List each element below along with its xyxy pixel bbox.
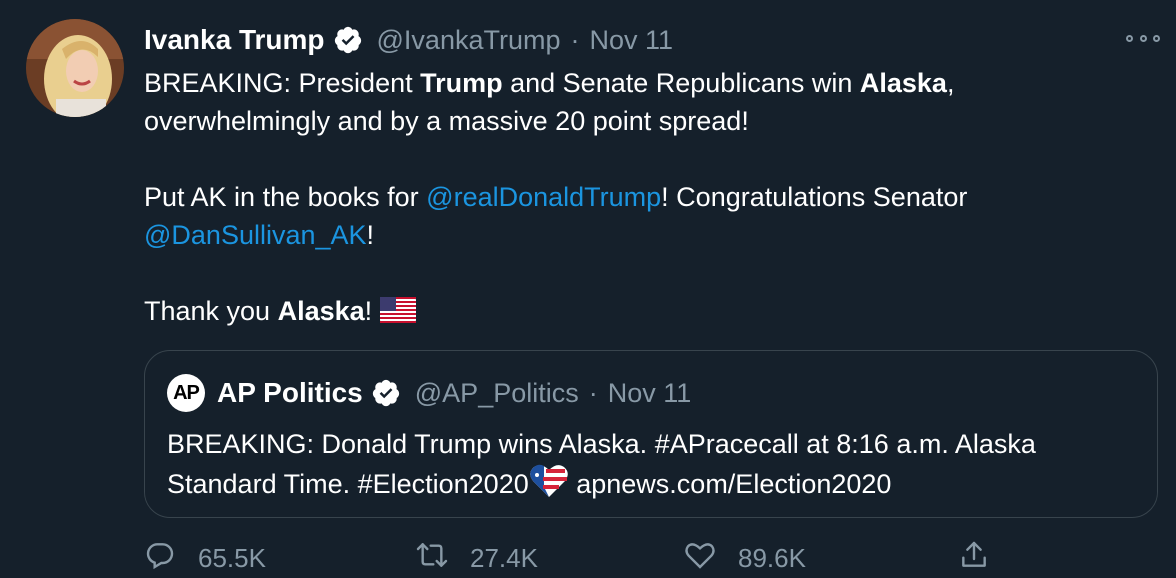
author-name[interactable]: Ivanka Trump — [144, 24, 325, 56]
tweet-text: BREAKING: President Trump and Senate Rep… — [144, 64, 1154, 333]
quoted-tweet-header: AP AP Politics @AP_Politics · Nov 11 — [167, 374, 692, 412]
tweet-header: Ivanka Trump @IvankaTrump · Nov 11 — [144, 22, 673, 58]
reply-count: 65.5K — [198, 542, 266, 573]
tweet-paragraph-2: Put AK in the books for @realDonaldTrump… — [144, 182, 968, 212]
tweet-line-2: overwhelmingly and by a massive 20 point… — [144, 106, 749, 136]
mention-link[interactable]: @realDonaldTrump — [426, 182, 661, 212]
quoted-line-2: Standard Time. #Election2020 apnews.com/… — [167, 463, 1147, 509]
election-heart-icon — [529, 463, 569, 509]
mention-link[interactable]: @DanSullivan_AK — [144, 220, 367, 250]
like-count: 89.6K — [738, 542, 806, 573]
us-flag-icon — [379, 295, 416, 333]
heart-icon — [684, 539, 716, 578]
quoted-line-1: BREAKING: Donald Trump wins Alaska. #APr… — [167, 429, 1036, 459]
tweet-paragraph-2-cont: @DanSullivan_AK! — [144, 220, 375, 250]
quoted-tweet-date: Nov 11 — [607, 377, 692, 408]
verified-badge-icon — [333, 25, 363, 55]
separator-dot: · — [570, 24, 580, 55]
author-avatar[interactable] — [26, 19, 124, 117]
quoted-author-name: AP Politics — [217, 377, 363, 408]
more-options-icon[interactable] — [1126, 28, 1160, 48]
tweet-date[interactable]: Nov 11 — [589, 25, 673, 56]
retweet-icon — [416, 539, 448, 578]
retweet-button[interactable]: 27.4K — [416, 538, 538, 578]
share-icon — [958, 539, 990, 578]
separator-dot: · — [588, 377, 598, 408]
reply-button[interactable]: 65.5K — [144, 538, 266, 578]
ap-logo: AP — [167, 374, 205, 412]
verified-badge-icon — [371, 378, 401, 408]
author-handle[interactable]: @IvankaTrump — [377, 25, 561, 56]
reply-icon — [144, 539, 176, 578]
quoted-tweet-text: BREAKING: Donald Trump wins Alaska. #APr… — [167, 425, 1147, 509]
retweet-count: 27.4K — [470, 542, 538, 573]
tweet-actions: 65.5K 27.4K 89.6K — [144, 538, 1164, 578]
tweet-line-1: BREAKING: President Trump and Senate Rep… — [144, 68, 955, 98]
like-button[interactable]: 89.6K — [684, 538, 806, 578]
share-button[interactable] — [958, 538, 990, 578]
quoted-author-handle: @AP_Politics — [414, 377, 579, 408]
quoted-tweet[interactable]: AP AP Politics @AP_Politics · Nov 11 BRE… — [144, 350, 1158, 518]
tweet-paragraph-3: Thank you Alaska! — [144, 292, 1154, 333]
